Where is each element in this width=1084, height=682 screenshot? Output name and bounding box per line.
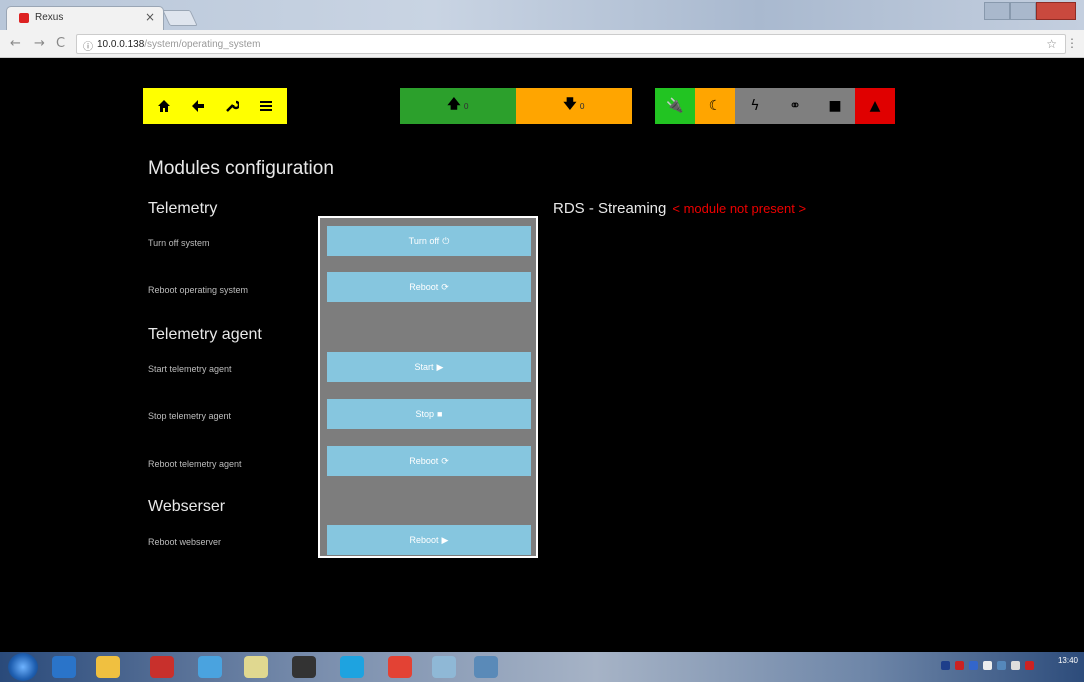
nav-toolbar [143,88,287,124]
upload-count: 0 [463,101,469,111]
url-host: 10.0.0.138 [97,39,145,50]
download-count: 0 [579,101,585,111]
play-icon: ▶ [436,361,444,372]
tray-icon[interactable] [983,661,992,670]
turn-off-button[interactable]: Turn off ⏻ [327,226,531,256]
link-icon[interactable]: ⚭ [775,88,815,124]
filezilla-icon[interactable] [150,656,174,678]
bookmark-star-icon[interactable]: ☆ [1046,37,1057,51]
reboot-os-button-label: Reboot [409,282,439,292]
window-close-button[interactable] [1036,2,1076,20]
plug-icon[interactable]: 🔌 [655,88,695,124]
refresh-icon: ⟳ [441,281,449,292]
monitor-icon[interactable] [474,656,498,678]
window-controls [984,2,1076,20]
tray-icon[interactable] [1025,661,1034,670]
maximize-button[interactable] [1010,2,1036,20]
status-indicators: 🔌 ☾ ϟ ⚭ ■ ▲ [655,88,895,124]
tray-icon[interactable] [941,661,950,670]
browser-menu-button[interactable]: ⋮ [1066,36,1078,50]
start-button[interactable] [8,653,38,681]
moon-icon[interactable]: ☾ [695,88,735,124]
tray-icon[interactable] [955,661,964,670]
stop-agent-button[interactable]: Stop ■ [327,399,531,429]
skype-icon[interactable] [340,656,364,678]
play-icon: ▶ [441,534,449,545]
page-title: Modules configuration [148,158,334,179]
stop-agent-label: Stop telemetry agent [148,411,232,421]
section-title-webserver: Webserser [148,498,226,515]
reboot-agent-button[interactable]: Reboot ⟳ [327,446,531,476]
reboot-webserver-button-label: Reboot [409,535,439,545]
wrench-icon[interactable] [219,93,245,119]
rds-title: RDS - Streaming [553,200,667,217]
reboot-webserver-button[interactable]: Reboot ▶ [327,525,531,555]
start-agent-button[interactable]: Start ▶ [327,352,531,382]
tray-icon[interactable] [969,661,978,670]
back-button[interactable]: ← [10,36,21,51]
ie-icon[interactable] [52,656,76,678]
home-icon[interactable] [151,93,177,119]
new-tab-button[interactable] [162,10,198,26]
arrow-left-icon[interactable] [185,93,211,119]
network-icon[interactable] [198,656,222,678]
rds-streaming-heading: RDS - Streaming < module not present > [553,200,806,217]
warning-icon[interactable]: ▲ [855,88,895,124]
reboot-agent-label: Reboot telemetry agent [148,459,242,469]
app-page: 🡅 0 🡇 0 🔌 ☾ ϟ ⚭ ■ ▲ Modules configuration Tel… [0,58,1084,652]
address-bar-row: ← → C ⓘ 10.0.0.138/system/operating_syst… [0,30,1084,58]
hamburger-icon[interactable] [253,93,279,119]
tab-close-button[interactable]: × [145,10,155,24]
info-icon[interactable]: ⓘ [83,38,93,53]
arrow-down-icon: 🡇 [563,97,577,112]
download-indicator: 🡇 0 [516,88,632,124]
power-icon: ⏻ [442,235,450,246]
url-path: /system/operating_system [144,39,261,50]
chrome-icon[interactable] [388,656,412,678]
taskbar-clock[interactable]: 13:40 [1058,656,1078,666]
tray-icon[interactable] [997,661,1006,670]
start-button-label: Start [414,362,434,372]
refresh-icon: ⟳ [441,455,449,466]
browser-tab-bar: Rexus × [0,0,1084,30]
arrow-up-icon: 🡅 [447,97,461,112]
url-input[interactable]: ⓘ 10.0.0.138/system/operating_system ☆ [76,34,1066,54]
stop-icon: ■ [437,409,443,419]
reboot-os-label: Reboot operating system [148,285,249,295]
folder-icon[interactable] [96,656,120,678]
reboot-agent-button-label: Reboot [409,456,439,466]
reload-button[interactable]: C [56,36,65,51]
usb-icon[interactable] [292,656,316,678]
system-tray [941,661,1034,670]
browser-tab[interactable]: Rexus × [6,6,164,30]
rds-status: < module not present > [672,201,807,216]
stop-button-label: Stop [415,409,435,419]
notes-icon[interactable] [244,656,268,678]
turn-off-system-label: Turn off system [148,238,210,248]
app-icon[interactable] [432,656,456,678]
minimize-button[interactable] [984,2,1010,20]
turn-off-button-label: Turn off [408,236,440,246]
lock-icon[interactable]: ■ [815,88,855,124]
start-agent-label: Start telemetry agent [148,364,232,374]
action-button-panel: Turn off ⏻ Reboot ⟳ Start ▶ Stop ■ Reboo… [318,216,538,558]
reboot-webserver-label: Reboot webserver [148,537,222,547]
tray-icon[interactable] [1011,661,1020,670]
tab-title: Rexus [35,12,64,23]
favicon-icon [19,13,29,23]
os-taskbar: 13:40 [0,652,1084,682]
bolt-icon[interactable]: ϟ [735,88,775,124]
section-title-telemetry: Telemetry [148,200,218,217]
upload-indicator: 🡅 0 [400,88,516,124]
reboot-os-button[interactable]: Reboot ⟳ [327,272,531,302]
section-title-telemetry-agent: Telemetry agent [148,326,262,343]
forward-button[interactable]: → [34,36,45,51]
